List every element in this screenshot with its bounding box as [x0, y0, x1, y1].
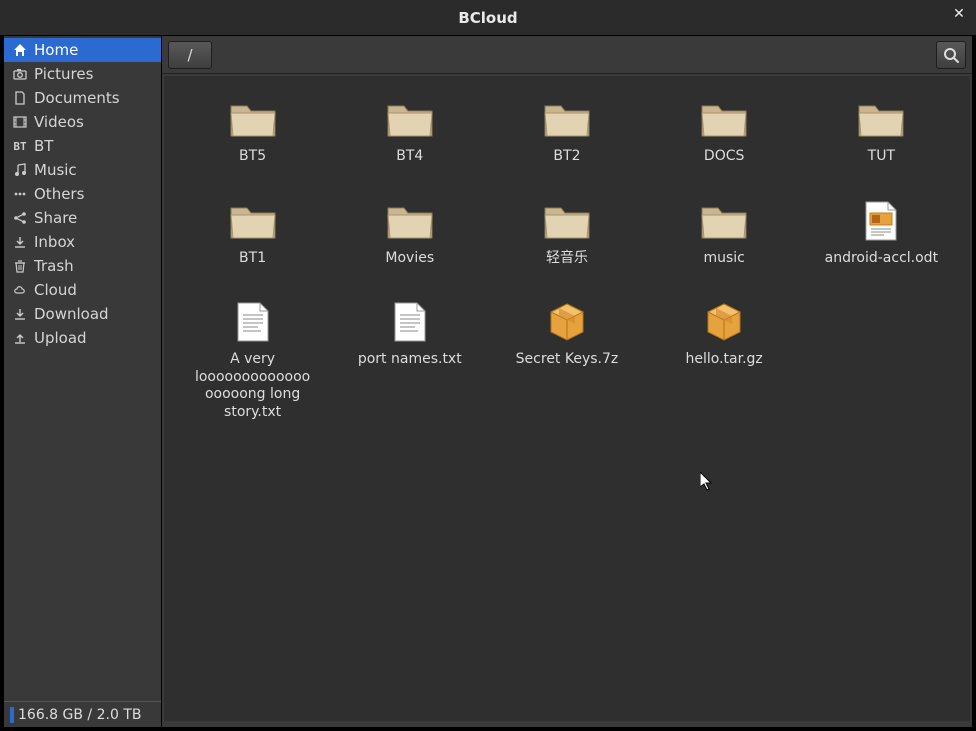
- titlebar: BCloud ✕: [0, 0, 976, 36]
- file-item[interactable]: Secret Keys.7z: [497, 297, 637, 425]
- folder-icon: [229, 200, 277, 242]
- path-button-root[interactable]: /: [168, 41, 212, 69]
- sidebar-item-inbox[interactable]: Inbox: [4, 230, 161, 254]
- folder-icon: [229, 98, 277, 140]
- file-grid: BT5 BT4 BT2 DOCS TUT BT1 Movies 轻音乐 musi…: [174, 94, 960, 425]
- file-item[interactable]: BT1: [183, 196, 323, 272]
- sidebar-item-label: Inbox: [34, 233, 75, 251]
- doc-icon: [12, 90, 28, 106]
- file-item[interactable]: TUT: [811, 94, 951, 170]
- sidebar-item-videos[interactable]: Videos: [4, 110, 161, 134]
- file-label: Movies: [385, 250, 434, 268]
- sidebar-item-label: Cloud: [34, 281, 77, 299]
- sidebar-item-others[interactable]: Others: [4, 182, 161, 206]
- sidebar-item-music[interactable]: Music: [4, 158, 161, 182]
- sidebar-item-home[interactable]: Home: [4, 38, 161, 62]
- window-title: BCloud: [458, 9, 517, 27]
- download-icon: [12, 306, 28, 322]
- file-label: BT4: [396, 148, 423, 166]
- folder-icon: [543, 200, 591, 242]
- file-label: music: [703, 250, 744, 268]
- file-item[interactable]: 轻音乐: [497, 196, 637, 272]
- sidebar-item-cloud[interactable]: Cloud: [4, 278, 161, 302]
- sidebar-item-label: Pictures: [34, 65, 93, 83]
- sidebar-item-label: BT: [34, 137, 53, 155]
- file-label: DOCS: [704, 148, 744, 166]
- file-label: hello.tar.gz: [686, 351, 763, 369]
- file-item[interactable]: music: [654, 196, 794, 272]
- file-item[interactable]: A very loooooooooooooooooong long story.…: [183, 297, 323, 425]
- sidebar-item-label: Upload: [34, 329, 87, 347]
- folder-icon: [386, 200, 434, 242]
- folder-icon: [386, 98, 434, 140]
- download-icon: [12, 234, 28, 250]
- main-pane: / BT5 BT4 BT2 DOCS TUT: [162, 36, 972, 727]
- status-bar: 166.8 GB / 2.0 TB: [4, 701, 161, 727]
- odt-icon: [857, 200, 905, 242]
- cloud-icon: [12, 282, 28, 298]
- close-icon[interactable]: ✕: [950, 6, 968, 24]
- search-icon: [943, 47, 959, 63]
- file-label: Secret Keys.7z: [516, 351, 619, 369]
- dots-icon: [12, 186, 28, 202]
- file-label: A very loooooooooooooooooong long story.…: [193, 351, 313, 421]
- file-item[interactable]: BT5: [183, 94, 323, 170]
- folder-icon: [543, 98, 591, 140]
- camera-icon: [12, 66, 28, 82]
- home-icon: [12, 42, 28, 58]
- sidebar-item-label: Trash: [34, 257, 74, 275]
- file-item[interactable]: port names.txt: [340, 297, 480, 425]
- txt-icon: [386, 301, 434, 343]
- sidebar-item-label: Videos: [34, 113, 84, 131]
- archive-icon: [700, 301, 748, 343]
- share-icon: [12, 210, 28, 226]
- folder-icon: [700, 98, 748, 140]
- toolbar: /: [162, 36, 972, 74]
- upload-icon: [12, 330, 28, 346]
- bt-icon: BT: [12, 138, 28, 154]
- file-label: BT5: [239, 148, 266, 166]
- sidebar-item-label: Music: [34, 161, 77, 179]
- file-item[interactable]: Movies: [340, 196, 480, 272]
- file-item[interactable]: BT4: [340, 94, 480, 170]
- archive-icon: [543, 301, 591, 343]
- trash-icon: [12, 258, 28, 274]
- sidebar-item-share[interactable]: Share: [4, 206, 161, 230]
- file-label: BT1: [239, 250, 266, 268]
- file-item[interactable]: android-accl.odt: [811, 196, 951, 272]
- sidebar-item-label: Home: [34, 41, 78, 59]
- sidebar-item-label: Download: [34, 305, 109, 323]
- file-label: port names.txt: [358, 351, 462, 369]
- folder-icon: [700, 200, 748, 242]
- txt-icon: [229, 301, 277, 343]
- file-label: 轻音乐: [546, 250, 588, 268]
- file-label: TUT: [868, 148, 895, 166]
- film-icon: [12, 114, 28, 130]
- sidebar-item-label: Documents: [34, 89, 120, 107]
- sidebar-list: Home Pictures Documents Videos BT BT Music Othe…: [4, 36, 161, 701]
- file-item[interactable]: hello.tar.gz: [654, 297, 794, 425]
- sidebar-item-bt[interactable]: BT BT: [4, 134, 161, 158]
- sidebar: Home Pictures Documents Videos BT BT Music Othe…: [4, 36, 162, 727]
- file-label: android-accl.odt: [825, 250, 938, 268]
- sidebar-item-label: Share: [34, 209, 77, 227]
- search-button[interactable]: [936, 41, 966, 69]
- path-label: /: [187, 46, 192, 64]
- file-item[interactable]: DOCS: [654, 94, 794, 170]
- music-icon: [12, 162, 28, 178]
- quota-text: 166.8 GB / 2.0 TB: [18, 707, 141, 723]
- sidebar-item-label: Others: [34, 185, 84, 203]
- file-pane[interactable]: BT5 BT4 BT2 DOCS TUT BT1 Movies 轻音乐 musi…: [164, 76, 970, 721]
- sidebar-item-pictures[interactable]: Pictures: [4, 62, 161, 86]
- quota-indicator: [10, 707, 14, 723]
- sidebar-item-upload[interactable]: Upload: [4, 326, 161, 350]
- sidebar-item-download[interactable]: Download: [4, 302, 161, 326]
- window-body: Home Pictures Documents Videos BT BT Music Othe…: [0, 36, 976, 731]
- file-item[interactable]: BT2: [497, 94, 637, 170]
- sidebar-item-trash[interactable]: Trash: [4, 254, 161, 278]
- folder-icon: [857, 98, 905, 140]
- file-label: BT2: [553, 148, 580, 166]
- sidebar-item-documents[interactable]: Documents: [4, 86, 161, 110]
- app-window: BCloud ✕ HomePicturesDocumentsVideosBTBT…: [0, 0, 976, 731]
